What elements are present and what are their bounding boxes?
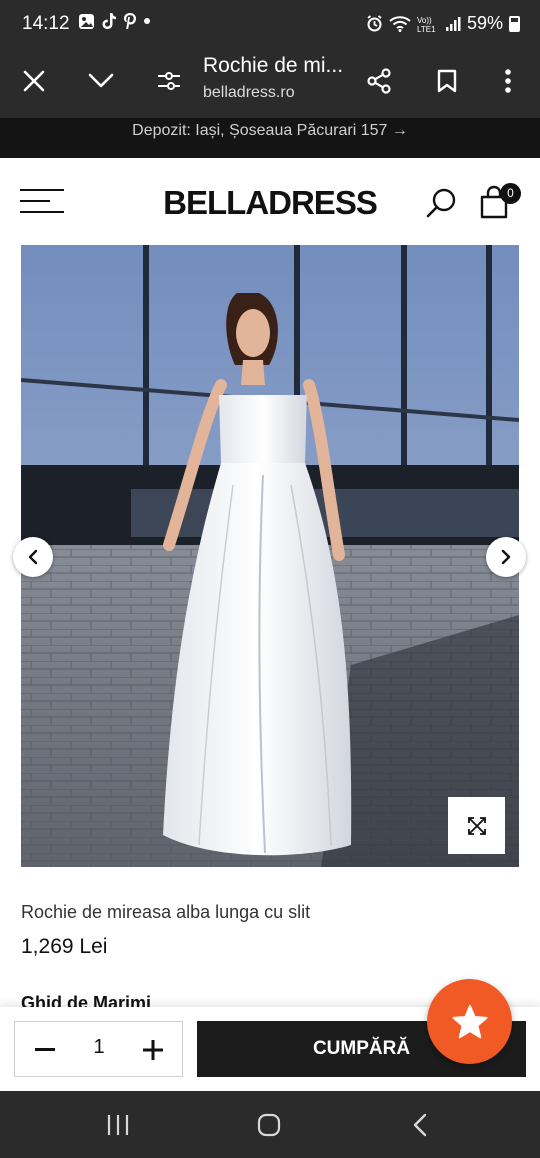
share-button[interactable]: [356, 58, 402, 104]
volte-icon: Vo))LTE1: [417, 16, 436, 33]
product-price: 1,269 Lei: [21, 935, 108, 958]
alarm-icon: [367, 15, 382, 32]
pinterest-icon: [124, 13, 136, 29]
search-button[interactable]: [425, 186, 459, 220]
minus-icon: [35, 1048, 55, 1051]
product-image[interactable]: [21, 245, 519, 867]
announcement-text: Depozit: Iași, Șoseaua Păcurari 157 →: [132, 122, 408, 139]
back-button[interactable]: [403, 1108, 437, 1142]
previous-image-button[interactable]: [13, 537, 53, 577]
product-name: Rochie de mireasa alba lunga cu slit: [21, 902, 311, 922]
site-logo[interactable]: BELLADRESS: [0, 184, 540, 222]
close-tab-button[interactable]: [11, 58, 57, 104]
search-icon: [426, 188, 456, 218]
minimize-tab-button[interactable]: [78, 58, 124, 104]
quantity-decrease-button[interactable]: [31, 1036, 59, 1064]
status-time: 14:12: [22, 13, 70, 34]
page-title: Rochie de mi...: [203, 54, 344, 77]
chevron-left-icon: [28, 549, 38, 565]
more-options-button[interactable]: [485, 58, 531, 104]
wifi-icon: [389, 15, 411, 32]
signal-icon: [445, 16, 461, 31]
svg-text:Vo)): Vo)): [417, 16, 432, 25]
product-photo: [21, 245, 519, 867]
chevron-right-icon: [501, 549, 511, 565]
quantity-value[interactable]: 1: [75, 1036, 123, 1059]
system-navigation-bar: [0, 1091, 540, 1158]
battery-percent: 59%: [466, 13, 503, 33]
star-icon: [452, 1004, 487, 1038]
bookmark-button[interactable]: [424, 58, 470, 104]
reviews-fab-button[interactable]: [427, 979, 512, 1064]
home-button[interactable]: [252, 1108, 286, 1142]
home-icon: [257, 1113, 281, 1137]
tune-icon: [158, 72, 180, 90]
back-icon: [413, 1113, 427, 1137]
dot-icon: [144, 18, 150, 24]
site-header: BELLADRESS 0: [0, 158, 540, 245]
recent-apps-button[interactable]: [101, 1108, 135, 1142]
browser-toolbar: Rochie de mi... belladress.ro: [0, 48, 540, 118]
svg-text:LTE1: LTE1: [417, 25, 436, 33]
next-image-button[interactable]: [486, 537, 526, 577]
announcement-bar[interactable]: Depozit: Iași, Șoseaua Păcurari 157 →: [0, 118, 540, 158]
cart-count-badge: 0: [500, 183, 521, 204]
chevron-down-icon: [88, 73, 114, 88]
share-icon: [367, 68, 391, 94]
tiktok-icon: [102, 13, 116, 29]
quantity-increase-button[interactable]: [139, 1036, 167, 1064]
more-vert-icon: [505, 69, 511, 93]
quantity-stepper: 1: [14, 1021, 183, 1077]
status-bar: 14:12 Vo)) LTE1 59%: [0, 0, 540, 48]
expand-icon: [467, 816, 486, 835]
site-settings-button[interactable]: [146, 58, 192, 104]
gallery-icon: [79, 13, 94, 29]
close-icon: [23, 70, 45, 92]
page-url[interactable]: belladress.ro: [203, 84, 295, 102]
plus-icon: [143, 1040, 163, 1060]
system-status: Vo)) LTE1 59%: [366, 13, 520, 34]
battery-icon: [509, 15, 520, 32]
zoom-image-button[interactable]: [448, 797, 505, 854]
bookmark-icon: [437, 69, 457, 93]
recent-apps-icon: [107, 1115, 129, 1135]
notification-icons: [78, 12, 151, 30]
